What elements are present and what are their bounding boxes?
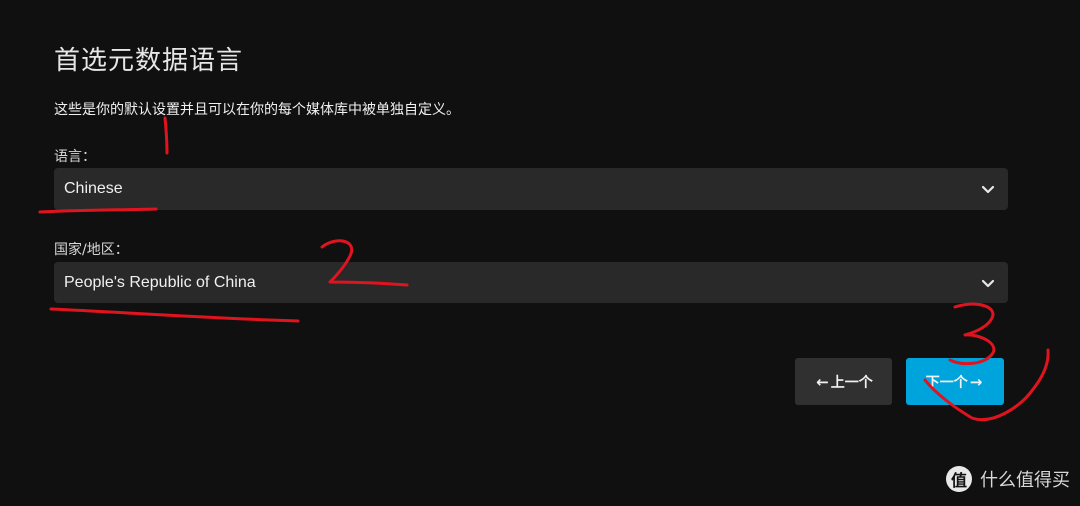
wizard-page: 首选元数据语言 这些是你的默认设置并且可以在你的每个媒体库中被单独自定义。 语言… xyxy=(0,0,1080,506)
watermark-text: 什么值得买 xyxy=(980,470,1070,491)
watermark-logo: 值 xyxy=(946,466,972,492)
chevron-down-icon xyxy=(981,185,995,194)
annotation-mark-3 xyxy=(948,302,996,366)
next-button[interactable]: 下一个 → xyxy=(906,358,1004,405)
previous-button-label: 上一个 xyxy=(830,374,873,391)
country-select-value: People's Republic of China xyxy=(64,273,256,291)
annotation-underline-country xyxy=(49,307,300,323)
country-select[interactable]: People's Republic of China xyxy=(54,262,1008,303)
page-description: 这些是你的默认设置并且可以在你的每个媒体库中被单独自定义。 xyxy=(54,102,460,118)
previous-button[interactable]: ← 上一个 xyxy=(795,358,892,405)
arrow-right-icon: → xyxy=(969,372,983,391)
language-select-value: Chinese xyxy=(64,180,123,197)
page-title: 首选元数据语言 xyxy=(54,46,244,76)
next-button-label: 下一个 xyxy=(925,374,968,391)
annotation-mark-1 xyxy=(163,116,169,155)
watermark: 值 什么值得买 xyxy=(946,466,1070,492)
country-label: 国家/地区： xyxy=(54,242,129,258)
arrow-left-icon: ← xyxy=(816,372,829,391)
language-select[interactable]: Chinese xyxy=(54,168,1008,210)
chevron-down-icon xyxy=(981,279,995,288)
language-label: 语言： xyxy=(54,149,96,165)
